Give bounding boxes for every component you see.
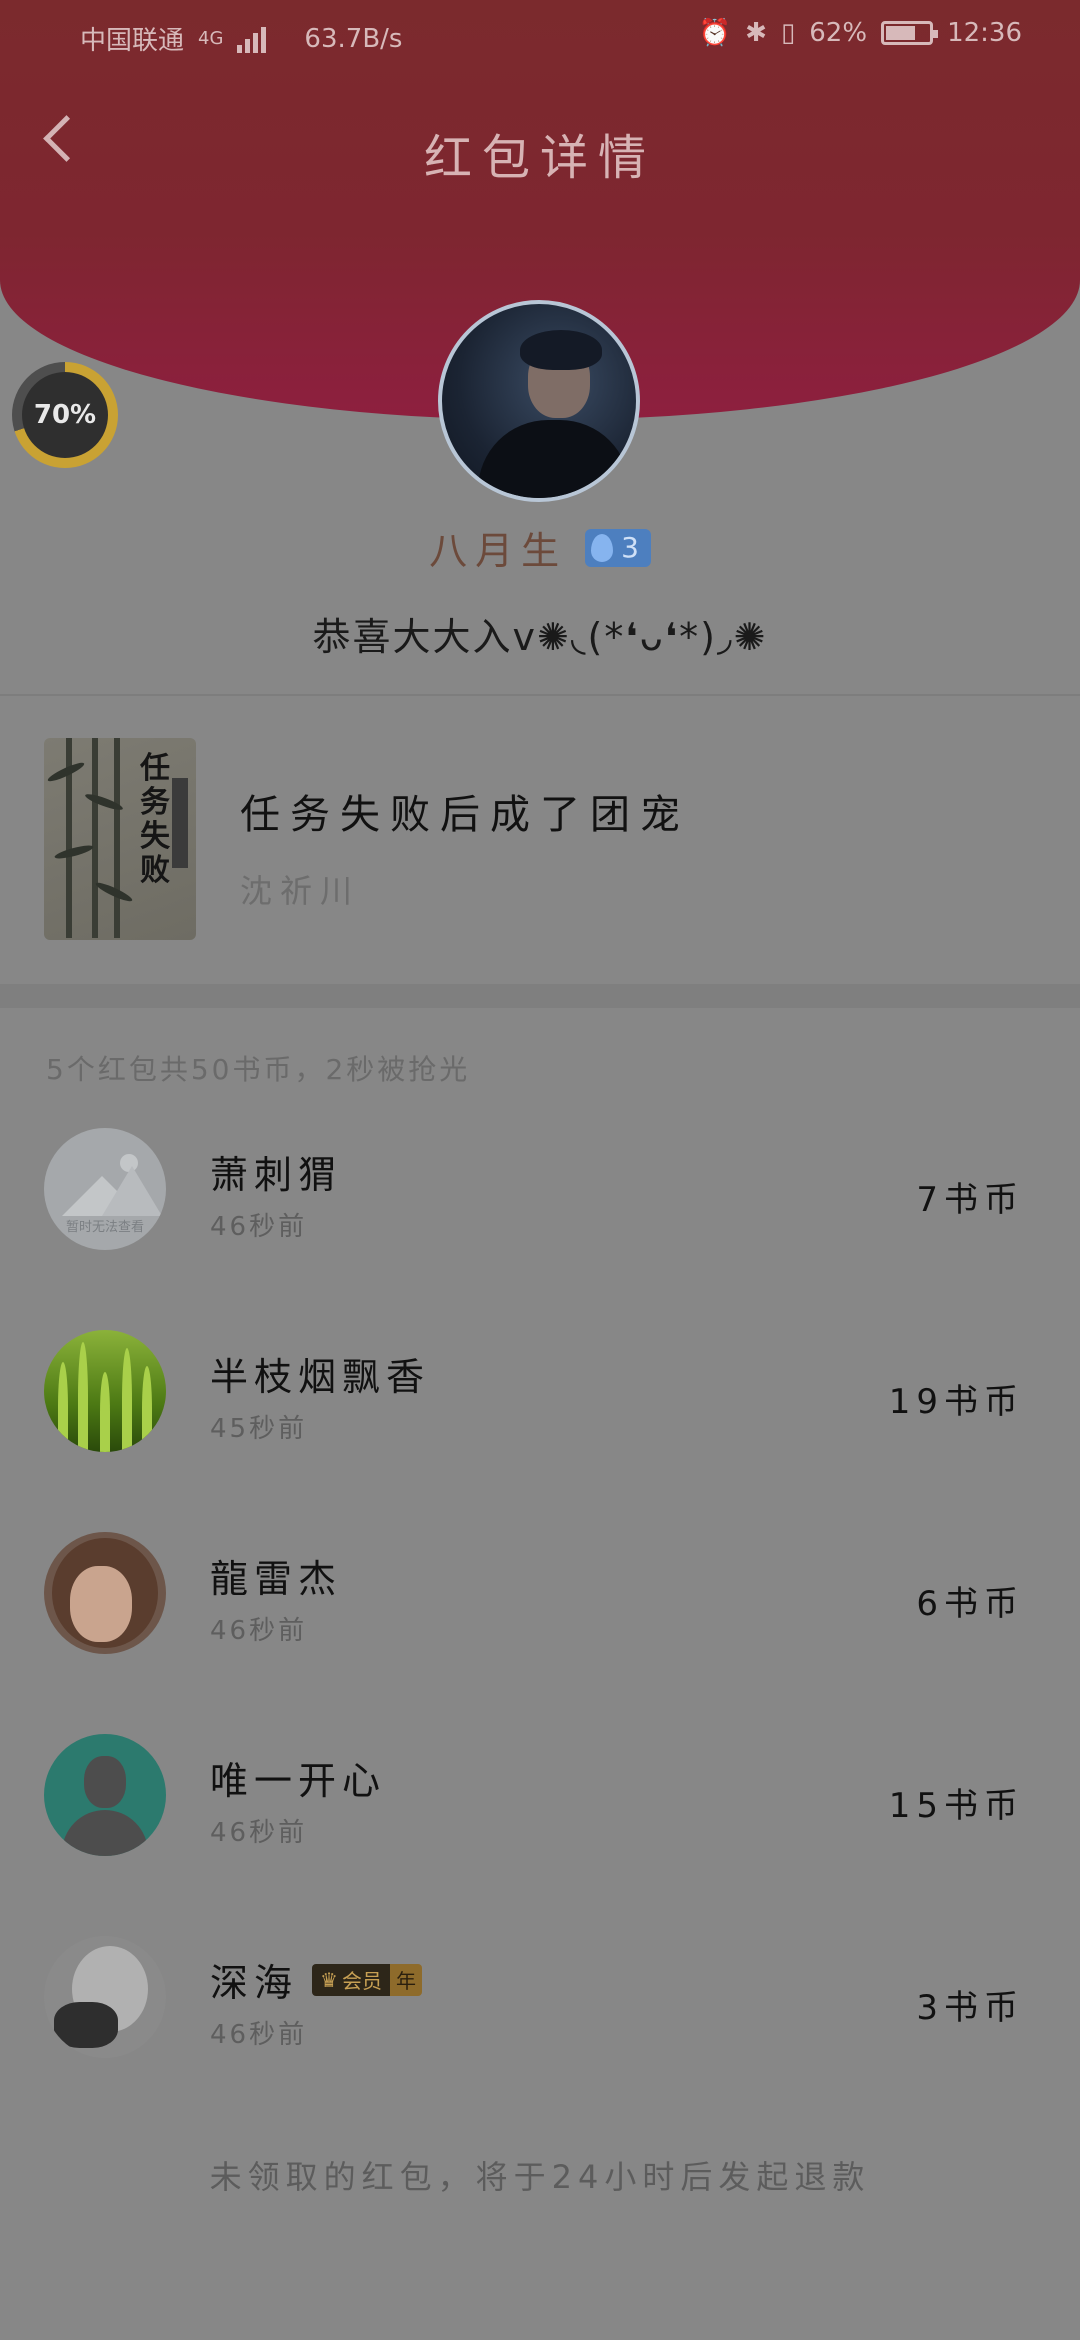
list-item[interactable]: 暂时无法查看 萧刺猬 46秒前 7书币 xyxy=(0,1116,1080,1318)
grass-avatar[interactable] xyxy=(44,1330,166,1452)
claim-time: 46秒前 xyxy=(210,1212,308,1242)
book-cover-title: 任务失败 xyxy=(140,751,170,888)
divider xyxy=(0,694,1080,696)
flame-icon xyxy=(591,533,614,562)
claim-time: 46秒前 xyxy=(210,1818,308,1848)
avatar-placeholder-text: 暂时无法查看 xyxy=(65,1220,144,1235)
claim-amount: 6书币 xyxy=(916,1584,1024,1624)
signal-icon xyxy=(237,25,267,53)
alarm-icon: ⏰ xyxy=(698,18,732,48)
claimer-name: 唯一开心 xyxy=(210,1759,387,1803)
claim-amount: 7书币 xyxy=(916,1180,1024,1220)
book-card[interactable]: 任务失败 任务失败后成了团宠 沈祈川 xyxy=(0,730,1080,950)
network-speed: 63.7B/s xyxy=(304,23,403,54)
claim-time: 46秒前 xyxy=(210,2020,308,2050)
sender-info: 八月生 3 xyxy=(0,520,1080,575)
claimer-name: 龍雷杰 xyxy=(210,1557,343,1601)
list-item[interactable]: 半枝烟飘香 45秒前 19书币 xyxy=(0,1318,1080,1520)
claim-amount: 3书币 xyxy=(916,1988,1024,2028)
vip-label: 会员 xyxy=(341,1969,382,1993)
battery-percent: 62% xyxy=(809,18,868,48)
battery-icon xyxy=(881,21,939,45)
claim-time: 46秒前 xyxy=(210,1616,308,1646)
list-item[interactable]: 龍雷杰 46秒前 6书币 xyxy=(0,1520,1080,1722)
bluetooth-icon: ✱ xyxy=(745,18,767,48)
status-bar: 中国联通 4G 63.7B/s ⏰ ✱ ▯ 62% 12:36 xyxy=(0,0,1080,80)
claimer-name: 深海 xyxy=(210,1961,299,2005)
claim-amount: 19书币 xyxy=(888,1382,1024,1422)
list-item[interactable]: 深海 ♛ 会员 年 46秒前 3书币 xyxy=(0,1924,1080,2126)
reading-progress-ring[interactable]: 70% xyxy=(12,362,118,468)
crown-icon: ♛ xyxy=(320,1967,338,1992)
progress-label: 70% xyxy=(22,372,108,458)
fan-level-badge: 3 xyxy=(585,528,651,567)
book-author: 沈祈川 xyxy=(240,872,361,910)
refund-notice: 未领取的红包，将于24小时后发起退款 xyxy=(209,2158,871,2196)
claim-time: 45秒前 xyxy=(210,1414,308,1444)
fan-level-value: 3 xyxy=(621,531,639,564)
bird-avatar[interactable] xyxy=(44,1936,166,2058)
book-title: 任务失败后成了团宠 xyxy=(240,792,690,838)
girl-avatar[interactable] xyxy=(44,1532,166,1654)
book-cover: 任务失败 xyxy=(44,738,196,940)
red-packet-summary: 5个红包共50书币，2秒被抢光 xyxy=(46,1053,471,1086)
greeting-message: 恭喜大大入v✺◟(*❛ᴗ❛*)◞✺ xyxy=(312,615,768,659)
placeholder-avatar[interactable]: 暂时无法查看 xyxy=(44,1128,166,1250)
network-label: 4G xyxy=(198,28,224,49)
vip-badge: ♛ 会员 年 xyxy=(312,1963,422,1996)
sender-name[interactable]: 八月生 xyxy=(429,520,567,575)
list-item[interactable]: 唯一开心 46秒前 15书币 xyxy=(0,1722,1080,1924)
default-user-avatar[interactable] xyxy=(44,1734,166,1856)
claimer-name: 萧刺猬 xyxy=(210,1153,343,1197)
section-divider xyxy=(0,984,1080,1008)
claim-amount: 15书币 xyxy=(888,1786,1024,1826)
clock: 12:36 xyxy=(947,18,1022,48)
sender-avatar[interactable] xyxy=(438,300,640,502)
vibrate-icon: ▯ xyxy=(780,18,796,48)
page-title: 红包详情 xyxy=(423,130,656,186)
claim-list: 暂时无法查看 萧刺猬 46秒前 7书币 半枝烟飘香 45秒前 19书币 龍雷杰 … xyxy=(0,1116,1080,2126)
carrier-label: 中国联通 xyxy=(80,26,185,56)
vip-year-label: 年 xyxy=(389,1963,422,1996)
claimer-name: 半枝烟飘香 xyxy=(210,1355,431,1399)
